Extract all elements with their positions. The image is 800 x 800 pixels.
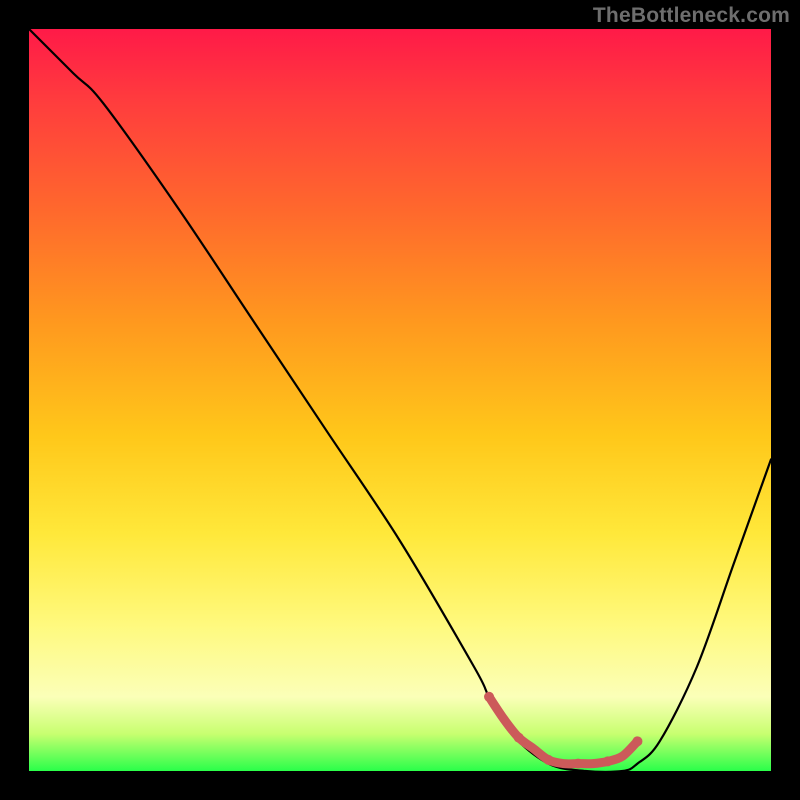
watermark-text: TheBottleneck.com [593, 4, 790, 28]
bottleneck-curve [29, 29, 771, 772]
chart-svg [29, 29, 771, 771]
optimal-marker [489, 697, 637, 764]
chart-frame [29, 29, 771, 771]
